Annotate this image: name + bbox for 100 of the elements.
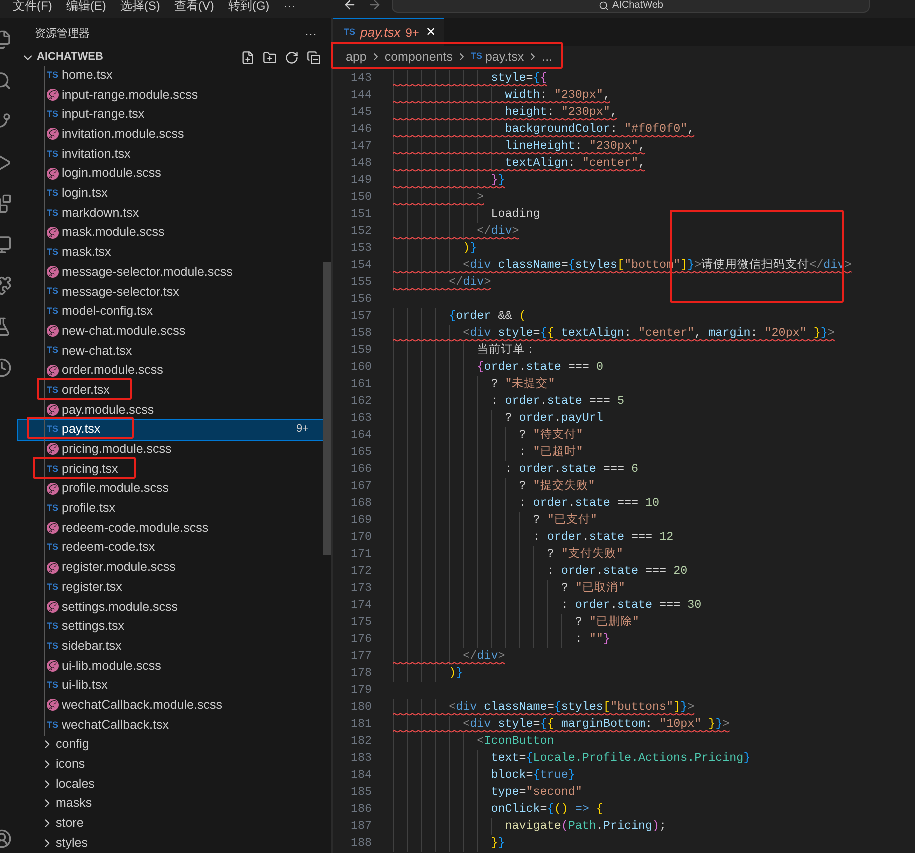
search-field[interactable]: AIChatWeb (392, 0, 870, 13)
sass-file-icon (47, 562, 61, 574)
breadcrumb-item[interactable]: app (346, 48, 367, 66)
file-row[interactable]: TS message-selector.tsx (18, 282, 323, 302)
breadcrumb-item[interactable]: components (384, 48, 453, 66)
file-row[interactable]: TS wechatCallback.tsx (18, 715, 323, 735)
menu-item[interactable]: 选择(S) (120, 0, 160, 12)
file-row[interactable]: TS redeem-code.tsx (18, 538, 323, 558)
folder-row[interactable]: config (18, 734, 323, 755)
sass-file-icon (47, 699, 61, 712)
file-row[interactable]: TS pricing.tsx (18, 459, 323, 479)
file-row[interactable]: ui-lib.module.scss (18, 656, 323, 676)
menu-item[interactable]: 文件(F) (13, 0, 52, 12)
folder-row[interactable]: store (18, 814, 323, 834)
typescript-file-icon: TS (47, 386, 61, 395)
file-row[interactable]: TS order.tsx (18, 380, 323, 400)
close-button[interactable]: × (426, 20, 436, 44)
sass-file-icon (47, 89, 61, 102)
menu-item[interactable]: 编辑(E) (66, 0, 106, 12)
code-line: ? "提交失败" (518, 479, 596, 493)
collapse-icon[interactable] (307, 50, 321, 64)
file-row[interactable]: TS model-config.tsx (18, 302, 323, 322)
editor-tab[interactable]: TS pay.tsx 9+ × (333, 18, 444, 46)
folder-row[interactable]: icons (18, 754, 323, 774)
file-name: message-selector.tsx (62, 284, 180, 301)
file-row[interactable]: login.module.scss (18, 164, 323, 184)
file-row[interactable]: TS sidebar.tsx (18, 636, 323, 656)
file-row[interactable]: message-selector.module.scss (18, 262, 323, 282)
menu-item[interactable]: ··· (284, 0, 296, 12)
file-name: register.tsx (62, 578, 122, 596)
file-row[interactable]: TS new-chat.tsx (18, 341, 323, 361)
file-row[interactable]: pricing.module.scss (18, 440, 323, 460)
new-file-icon[interactable] (241, 50, 255, 64)
new-folder-icon[interactable] (263, 50, 277, 64)
file-row[interactable]: order.module.scss (18, 360, 323, 380)
folder-row[interactable]: styles (18, 833, 323, 853)
line-number: 181 (350, 716, 372, 733)
code-line: <div className={styles["buttons"]}> (393, 700, 695, 714)
tab-title: pay.tsx (360, 24, 401, 42)
file-row[interactable]: TS ui-lib.tsx (18, 676, 323, 696)
file-name: new-chat.module.scss (62, 322, 186, 340)
file-row[interactable]: TS home.tsx (18, 66, 323, 86)
file-row[interactable]: TS input-range.tsx (18, 104, 323, 125)
file-row[interactable]: new-chat.module.scss (18, 321, 323, 342)
line-number: 174 (350, 597, 372, 614)
code-line: <div style={{ textAlign: "center", margin: "20px" }}> (393, 326, 835, 340)
file-name: invitation.module.scss (62, 126, 184, 144)
sass-file-icon (47, 266, 61, 278)
file-row[interactable]: TS settings.tsx (18, 616, 323, 636)
breadcrumb-item[interactable]: ... (542, 48, 553, 66)
file-row[interactable]: register.module.scss (18, 558, 323, 578)
line-number: 179 (350, 682, 372, 699)
folder-row[interactable]: masks (18, 794, 323, 814)
typescript-file-icon: TS (47, 464, 61, 474)
code-line: </div> (393, 649, 506, 663)
file-row[interactable]: TS register.tsx (18, 577, 323, 598)
sass-file-icon (47, 226, 61, 239)
file-row[interactable]: TS markdown.tsx (18, 203, 323, 223)
typescript-file-icon: TS (47, 425, 61, 434)
menu-item[interactable]: 转到(G) (228, 0, 270, 12)
line-number: 183 (350, 750, 372, 767)
sass-file-icon (47, 325, 61, 338)
file-row[interactable]: TS invitation.tsx (18, 144, 323, 164)
typescript-file-icon: TS (47, 248, 61, 258)
line-number: 154 (350, 257, 372, 274)
file-row[interactable]: TS pay.tsx 9+ (18, 420, 323, 440)
menu-item[interactable]: 查看(V) (174, 0, 214, 12)
breadcrumb-item[interactable]: pay.tsx (485, 48, 524, 66)
refresh-icon[interactable] (285, 50, 299, 64)
file-row[interactable]: pay.module.scss (18, 400, 323, 420)
code-line: }} (393, 173, 506, 187)
file-row[interactable]: settings.module.scss (18, 597, 323, 617)
more-actions-button[interactable]: ··· (305, 24, 317, 43)
file-name: order.tsx (62, 382, 110, 399)
line-number: 152 (350, 223, 372, 240)
file-row[interactable]: TS mask.tsx (18, 242, 323, 262)
scrollbar-thumb[interactable] (323, 262, 331, 555)
code-line: : order.state === 12 (532, 530, 674, 544)
line-number: 158 (350, 325, 372, 342)
file-row[interactable]: TS profile.tsx (18, 498, 323, 518)
line-number: 180 (350, 699, 372, 716)
file-name: input-range.tsx (62, 106, 145, 124)
file-row[interactable]: TS login.tsx (18, 184, 323, 204)
file-row[interactable]: profile.module.scss (18, 478, 323, 499)
project-folder-header[interactable]: AICHATWEB (21, 49, 104, 66)
folder-name: config (56, 736, 90, 754)
file-row[interactable]: input-range.module.scss (18, 85, 323, 105)
file-row[interactable]: wechatCallback.module.scss (18, 696, 323, 716)
typescript-file-icon: TS (47, 681, 61, 690)
folder-name: styles (56, 834, 88, 852)
line-number: 182 (350, 733, 372, 750)
file-name: pricing.module.scss (62, 441, 172, 458)
code-line: )} (462, 241, 478, 255)
line-number: 143 (350, 70, 372, 87)
file-row[interactable]: redeem-code.module.scss (18, 518, 323, 538)
file-row[interactable]: mask.module.scss (18, 223, 323, 243)
code-line: ? "已删除" (574, 615, 640, 629)
folder-row[interactable]: locales (18, 774, 323, 794)
line-number: 147 (350, 138, 372, 155)
file-row[interactable]: invitation.module.scss (18, 124, 323, 144)
